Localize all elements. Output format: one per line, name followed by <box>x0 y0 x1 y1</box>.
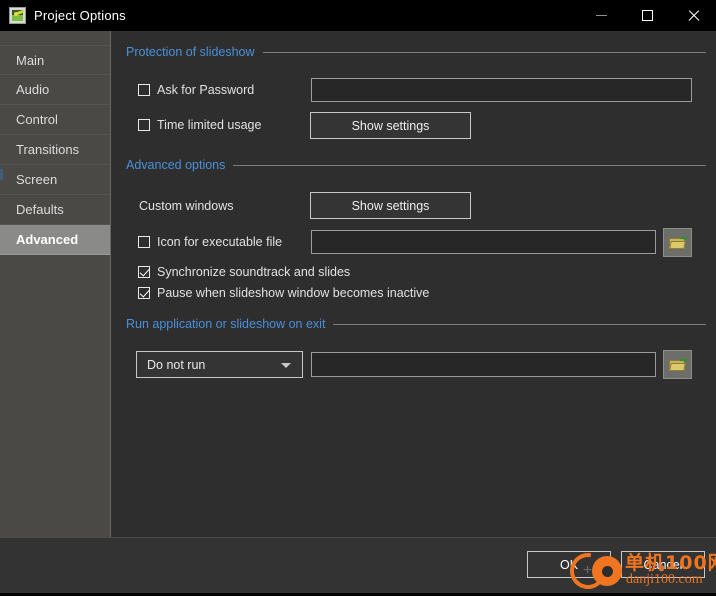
picture-frame-icon <box>9 7 26 24</box>
synchronize-soundtrack-checkbox-row[interactable]: Synchronize soundtrack and slides <box>138 265 350 279</box>
sidebar-item-label: Audio <box>16 82 50 97</box>
pause-when-inactive-checkbox[interactable] <box>138 287 150 299</box>
folder-open-icon <box>668 235 688 250</box>
group-divider-line <box>233 164 706 166</box>
sidebar-item-label: Screen <box>16 172 58 187</box>
cancel-button[interactable]: Cancel <box>621 551 705 578</box>
icon-for-executable-checkbox-row[interactable]: Icon for executable file <box>138 235 282 249</box>
sidebar-item-advanced[interactable]: Advanced <box>0 225 110 255</box>
window-controls <box>578 0 716 31</box>
custom-windows-label: Custom windows <box>139 199 234 213</box>
sidebar-item-main[interactable]: Main <box>0 45 110 75</box>
password-input[interactable] <box>311 78 692 102</box>
pause-when-inactive-checkbox-row[interactable]: Pause when slideshow window becomes inac… <box>138 286 429 300</box>
icon-for-executable-checkbox[interactable] <box>138 236 150 248</box>
sidebar-item-transitions[interactable]: Transitions <box>0 135 110 165</box>
run-on-exit-browse-button[interactable] <box>663 350 692 379</box>
close-icon <box>687 9 700 22</box>
ok-button[interactable]: OK <box>527 551 611 578</box>
run-on-exit-mode-select[interactable]: Do not run <box>136 351 303 378</box>
synchronize-soundtrack-checkbox[interactable] <box>138 266 150 278</box>
sidebar-item-label: Control <box>16 112 58 127</box>
time-limited-usage-checkbox-row[interactable]: Time limited usage <box>138 118 261 132</box>
sidebar-item-label: Advanced <box>16 232 79 247</box>
run-on-exit-mode-value: Do not run <box>147 357 206 372</box>
group-header-protection: Protection of slideshow <box>126 45 706 59</box>
synchronize-soundtrack-label: Synchronize soundtrack and slides <box>157 265 351 279</box>
custom-windows-show-settings-button[interactable]: Show settings <box>310 192 471 219</box>
pause-when-inactive-label: Pause when slideshow window becomes inac… <box>157 286 430 300</box>
sidebar-item-defaults[interactable]: Defaults <box>0 195 110 225</box>
group-header-advanced: Advanced options <box>126 158 706 172</box>
run-on-exit-path-input[interactable] <box>311 352 656 377</box>
sidebar-item-label: Defaults <box>16 202 64 217</box>
executable-icon-browse-button[interactable] <box>663 228 692 257</box>
group-divider-line <box>333 323 706 325</box>
title-bar: Project Options <box>0 0 716 31</box>
executable-icon-path-input[interactable] <box>311 230 656 254</box>
window-title: Project Options <box>34 8 126 23</box>
group-divider-line <box>262 51 706 53</box>
sidebar-item-label: Main <box>16 53 45 68</box>
time-limited-show-settings-button[interactable]: Show settings <box>310 112 471 139</box>
minimize-button[interactable] <box>578 0 624 31</box>
time-limited-usage-label: Time limited usage <box>157 118 262 132</box>
sidebar-item-control[interactable]: Control <box>0 105 110 135</box>
maximize-icon <box>641 10 653 21</box>
folder-open-icon <box>668 357 688 372</box>
close-button[interactable] <box>670 0 716 31</box>
ask-for-password-checkbox[interactable] <box>138 84 150 96</box>
icon-for-executable-label: Icon for executable file <box>157 235 283 249</box>
footer-bar: OK Cancel <box>0 537 716 593</box>
ask-for-password-checkbox-row[interactable]: Ask for Password <box>138 83 254 97</box>
project-options-window: Project Options Main Audio Control Trans… <box>0 0 716 596</box>
ask-for-password-label: Ask for Password <box>157 83 255 97</box>
group-title: Run application or slideshow on exit <box>126 317 326 331</box>
sidebar-item-label: Transitions <box>16 142 80 157</box>
minimize-icon <box>595 15 607 16</box>
sidebar-item-audio[interactable]: Audio <box>0 75 110 105</box>
maximize-button[interactable] <box>624 0 670 31</box>
content-panel: Protection of slideshow Ask for Password… <box>112 31 716 537</box>
group-header-run-on-exit: Run application or slideshow on exit <box>126 317 706 331</box>
time-limited-usage-checkbox[interactable] <box>138 119 150 131</box>
chevron-down-icon <box>281 362 291 368</box>
sidebar: Main Audio Control Transitions Screen De… <box>0 31 111 537</box>
sidebar-item-screen[interactable]: Screen <box>0 165 110 195</box>
group-title: Advanced options <box>126 158 226 172</box>
group-title: Protection of slideshow <box>126 45 255 59</box>
